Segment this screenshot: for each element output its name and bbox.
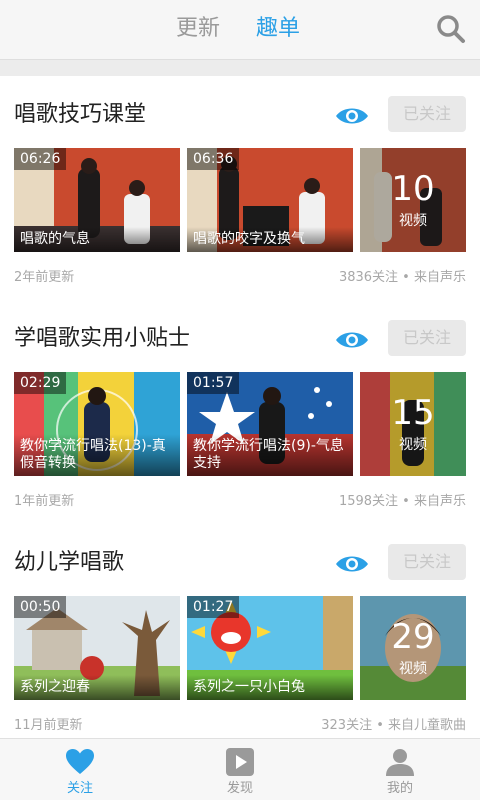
nav-item-me[interactable]: 我的: [360, 739, 440, 800]
more-videos-overlay: 29 视频: [360, 596, 466, 700]
video-duration: 06:36: [187, 148, 240, 170]
video-caption: 系列之迎春: [14, 675, 180, 700]
video-thumbnail[interactable]: 00:50 系列之迎春: [14, 596, 180, 700]
play-icon: [226, 748, 254, 776]
video-caption: 教你学流行唱法(13)-真假音转换: [14, 434, 180, 476]
more-videos-tile[interactable]: 29 视频: [360, 596, 466, 700]
updated-time: 11月前更新: [14, 718, 83, 733]
video-count: 29: [391, 617, 435, 657]
nav-label: 发现: [226, 781, 253, 796]
tab-updates[interactable]: 更新: [176, 14, 220, 44]
updated-time: 1年前更新: [14, 494, 75, 509]
video-duration: 01:57: [187, 372, 240, 394]
card-title: 幼儿学唱歌: [14, 550, 125, 575]
video-thumbnail[interactable]: 01:27 系列之一只小白兔: [187, 596, 353, 700]
playlist-card[interactable]: 学唱歌实用小贴士 已关注 02:29 教你学流行唱法(13)-真假音转换 01:…: [0, 300, 480, 524]
video-thumbnail[interactable]: 06:36 唱歌的咬字及换气: [187, 148, 353, 252]
person-icon: [386, 749, 414, 776]
nav-label: 关注: [66, 781, 93, 796]
video-count-unit: 视频: [399, 661, 427, 677]
top-bar: 更新 趣单: [0, 0, 480, 60]
nav-item-follow[interactable]: 关注: [40, 739, 120, 800]
more-videos-overlay: 15 视频: [360, 372, 466, 476]
video-thumbnail[interactable]: 06:26 唱歌的气息: [14, 148, 180, 252]
playlist-card[interactable]: 唱歌技巧课堂 已关注 06:26 唱歌的气息 06:36 唱歌的咬字及换气 10…: [0, 76, 480, 300]
updated-time: 2年前更新: [14, 270, 75, 285]
search-icon[interactable]: [436, 14, 466, 44]
nav-label: 我的: [386, 781, 413, 796]
video-count-unit: 视频: [399, 213, 427, 229]
following-button[interactable]: 已关注: [388, 544, 466, 580]
more-videos-tile[interactable]: 15 视频: [360, 372, 466, 476]
eye-icon[interactable]: [335, 553, 369, 575]
video-caption: 唱歌的咬字及换气: [187, 227, 353, 252]
follow-stats: 1598关注 • 来自声乐: [338, 494, 466, 509]
bottom-navigation: 关注 发现 我的: [0, 738, 480, 800]
eye-icon[interactable]: [335, 329, 369, 351]
video-duration: 06:26: [14, 148, 67, 170]
following-button[interactable]: 已关注: [388, 96, 466, 132]
heart-icon: [66, 749, 94, 774]
video-duration: 02:29: [14, 372, 67, 394]
tab-fun-lists[interactable]: 趣单: [256, 14, 300, 44]
video-duration: 00:50: [14, 596, 67, 618]
nav-item-discover[interactable]: 发现: [200, 739, 280, 800]
playlist-card[interactable]: 幼儿学唱歌 已关注 00:50 系列之迎春 01:27 系列之一只小白兔 29 …: [0, 524, 480, 748]
follow-stats: 323关注 • 来自儿童歌曲: [321, 718, 466, 733]
following-button[interactable]: 已关注: [388, 320, 466, 356]
video-count: 10: [391, 169, 435, 209]
card-title: 学唱歌实用小贴士: [14, 326, 191, 351]
video-thumbnail[interactable]: 01:57 教你学流行唱法(9)-气息支持: [187, 372, 353, 476]
follow-stats: 3836关注 • 来自声乐: [338, 270, 466, 285]
video-caption: 系列之一只小白兔: [187, 675, 353, 700]
card-title: 唱歌技巧课堂: [14, 102, 147, 127]
eye-icon[interactable]: [335, 105, 369, 127]
video-duration: 01:27: [187, 596, 240, 618]
video-caption: 唱歌的气息: [14, 227, 180, 252]
more-videos-overlay: 10 视频: [360, 148, 466, 252]
video-caption: 教你学流行唱法(9)-气息支持: [187, 434, 353, 476]
more-videos-tile[interactable]: 10 视频: [360, 148, 466, 252]
video-count-unit: 视频: [399, 437, 427, 453]
video-count: 15: [391, 393, 435, 433]
video-thumbnail[interactable]: 02:29 教你学流行唱法(13)-真假音转换: [14, 372, 180, 476]
